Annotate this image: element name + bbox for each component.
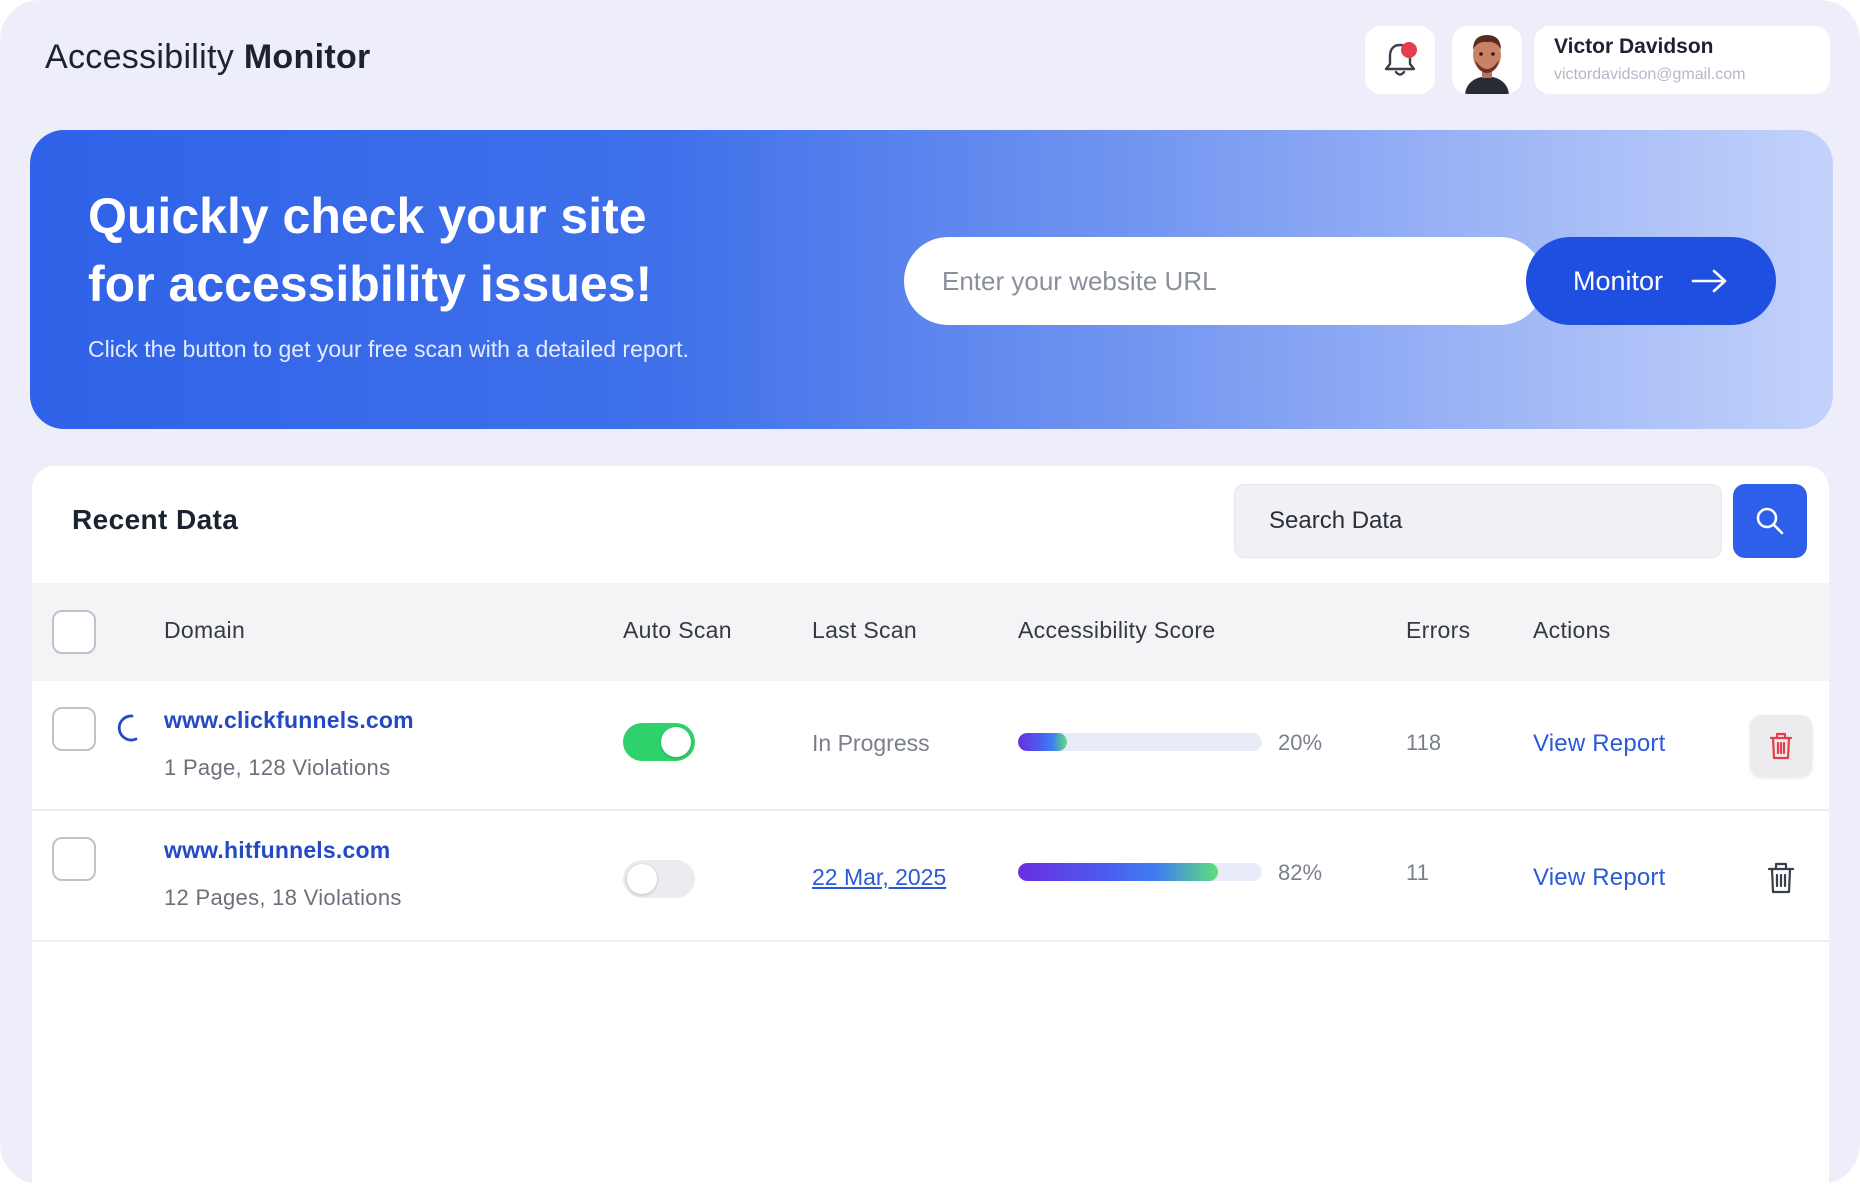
domain-meta: 1 Page, 128 Violations <box>164 755 391 780</box>
score-percent: 20% <box>1278 730 1323 755</box>
avatar-image <box>1465 35 1509 94</box>
app-window: Accessibility Monitor Victor Davidson vi… <box>0 0 1860 1184</box>
search-icon <box>1756 507 1784 535</box>
domain-link[interactable]: www.clickfunnels.com <box>164 707 414 734</box>
column-domain: Domain <box>164 617 246 643</box>
score-bar <box>1018 863 1262 881</box>
trash-icon <box>1769 732 1793 760</box>
user-email: victordavidson@gmail.com <box>1554 66 1746 83</box>
monitor-button-label: Monitor <box>1572 265 1664 296</box>
hero-subtitle: Click the button to get your free scan w… <box>88 336 689 362</box>
toggle-knob <box>627 864 657 894</box>
hero-title: Quickly check your site for accessibilit… <box>88 182 652 318</box>
score-bar-fill <box>1018 733 1067 751</box>
table-header: Domain Auto Scan Last Scan Accessibility… <box>32 583 1829 681</box>
monitor-button[interactable]: Monitor <box>1526 237 1776 325</box>
auto-scan-toggle[interactable] <box>623 723 695 761</box>
auto-scan-toggle[interactable] <box>623 860 695 898</box>
arrow-right-icon <box>1691 269 1727 293</box>
score-bar <box>1018 733 1262 751</box>
domain-link[interactable]: www.hitfunnels.com <box>164 837 390 864</box>
recent-data-panel: Recent Data Domain Auto Scan Last Scan A… <box>32 466 1829 1184</box>
row-checkbox[interactable] <box>52 707 96 751</box>
score-percent: 82% <box>1278 860 1323 885</box>
delete-button[interactable] <box>1750 715 1812 777</box>
notification-dot <box>1401 42 1417 58</box>
delete-button[interactable] <box>1750 847 1812 909</box>
last-scan-status: In Progress <box>812 730 930 756</box>
column-auto-scan: Auto Scan <box>623 617 732 643</box>
domain-meta: 12 Pages, 18 Violations <box>164 885 402 910</box>
column-errors: Errors <box>1406 617 1471 643</box>
notifications-button[interactable] <box>1365 26 1435 94</box>
user-name: Victor Davidson <box>1554 35 1714 58</box>
toggle-knob <box>661 727 691 757</box>
table-row: www.hitfunnels.com 12 Pages, 18 Violatio… <box>32 811 1829 942</box>
spinner-icon <box>117 714 138 742</box>
app-title-bold: Monitor <box>243 38 371 76</box>
column-accessibility-score: Accessibility Score <box>1018 617 1216 643</box>
select-all-checkbox[interactable] <box>52 610 96 654</box>
column-last-scan: Last Scan <box>812 617 917 643</box>
search-button[interactable] <box>1733 484 1807 558</box>
table-row: www.clickfunnels.com 1 Page, 128 Violati… <box>32 681 1829 811</box>
errors-count: 118 <box>1406 730 1442 755</box>
column-actions: Actions <box>1533 617 1611 643</box>
score-bar-fill <box>1018 863 1219 881</box>
last-scan-date[interactable]: 22 Mar, 2025 <box>812 864 946 891</box>
search-input[interactable] <box>1234 484 1722 558</box>
hero-banner: Quickly check your site for accessibilit… <box>30 130 1833 429</box>
trash-icon <box>1767 862 1795 894</box>
row-checkbox[interactable] <box>52 837 96 881</box>
app-title: Accessibility Monitor <box>45 38 371 77</box>
hero-title-line2: for accessibility issues! <box>88 256 653 312</box>
view-report-link[interactable]: View Report <box>1533 730 1666 758</box>
panel-title: Recent Data <box>72 504 239 535</box>
app-title-regular: Accessibility <box>45 38 235 76</box>
user-card[interactable]: Victor Davidson victordavidson@gmail.com <box>1534 26 1830 94</box>
hero-title-line1: Quickly check your site <box>88 188 647 244</box>
website-url-input[interactable] <box>904 237 1544 325</box>
view-report-link[interactable]: View Report <box>1533 864 1666 892</box>
avatar[interactable] <box>1452 26 1522 94</box>
errors-count: 11 <box>1406 860 1429 885</box>
